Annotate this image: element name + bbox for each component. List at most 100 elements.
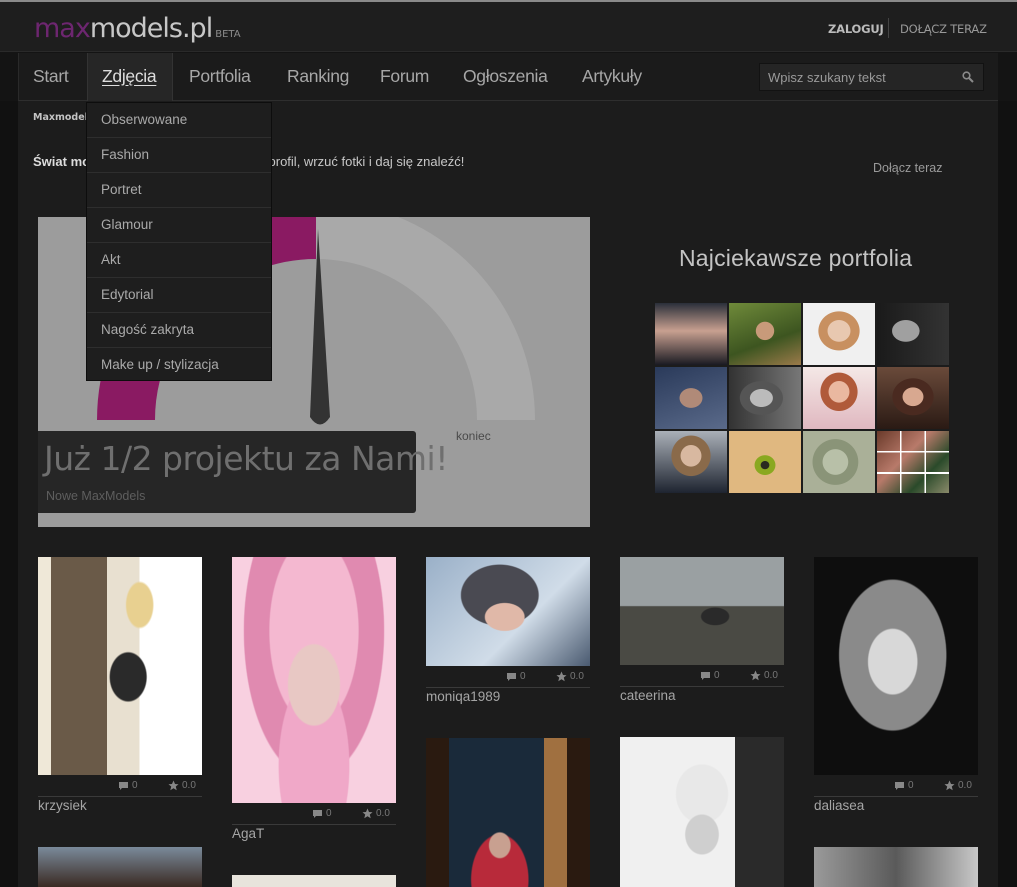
portfolio-thumb[interactable] bbox=[803, 303, 875, 365]
comment-value: 0 bbox=[908, 780, 914, 791]
nav-item-portfolia[interactable]: Portfolia bbox=[189, 53, 269, 101]
portfolio-thumb[interactable] bbox=[803, 367, 875, 429]
photo-meta: 0 0.0 bbox=[38, 777, 202, 797]
menu-item-make-up[interactable]: Make up / stylizacja bbox=[87, 348, 271, 383]
photo-thumbnail[interactable] bbox=[38, 847, 202, 887]
comment-icon bbox=[313, 809, 322, 818]
breadcrumb[interactable]: Maxmodels bbox=[33, 112, 94, 123]
nav-label: Artykuły bbox=[582, 66, 642, 86]
search-input[interactable] bbox=[760, 64, 954, 90]
portfolio-thumb[interactable] bbox=[655, 367, 727, 429]
nav-item-zdjecia[interactable]: Zdjęcia bbox=[87, 53, 173, 101]
menu-item-portret[interactable]: Portret bbox=[87, 173, 271, 208]
main-nav: Start Zdjęcia Portfolia Ranking Forum Og… bbox=[18, 53, 998, 101]
portfolios-heading: Najciekawsze portfolia bbox=[679, 245, 913, 271]
rating-value: 0.0 bbox=[764, 670, 778, 681]
rating-value: 0.0 bbox=[570, 671, 584, 682]
nav-label: Portfolia bbox=[189, 66, 251, 86]
rating-value: 0.0 bbox=[376, 808, 390, 819]
star-icon bbox=[168, 780, 179, 791]
photo-thumbnail[interactable] bbox=[38, 557, 202, 775]
nav-item-ranking[interactable]: Ranking bbox=[287, 53, 365, 101]
portfolio-thumb[interactable] bbox=[877, 367, 949, 429]
site-logo[interactable]: maxmodels.pl BETA bbox=[34, 14, 241, 50]
nav-item-forum[interactable]: Forum bbox=[380, 53, 442, 101]
star-icon bbox=[556, 671, 567, 682]
photo-author[interactable]: daliasea bbox=[814, 798, 864, 813]
comment-count: 0 bbox=[894, 780, 914, 791]
menu-item-fashion[interactable]: Fashion bbox=[87, 138, 271, 173]
search-box bbox=[759, 63, 984, 91]
nav-item-artykuly[interactable]: Artykuły bbox=[582, 53, 662, 101]
comment-icon bbox=[701, 671, 710, 680]
menu-item-akt[interactable]: Akt bbox=[87, 243, 271, 278]
nav-item-start[interactable]: Start bbox=[33, 53, 91, 101]
right-background bbox=[998, 101, 1017, 887]
comment-count: 0 bbox=[312, 808, 332, 819]
nav-label: Zdjęcia bbox=[102, 66, 157, 86]
rating: 0.0 bbox=[944, 780, 972, 791]
comment-icon bbox=[895, 781, 904, 790]
portfolio-thumb[interactable] bbox=[803, 431, 875, 493]
top-bar: maxmodels.pl BETA ZALOGUJ DOŁĄCZ TERAZ bbox=[0, 0, 1017, 52]
logo-beta: BETA bbox=[215, 29, 241, 40]
portfolio-thumb[interactable] bbox=[877, 303, 949, 365]
search-icon bbox=[962, 71, 974, 83]
photo-meta: 0 0.0 bbox=[620, 667, 784, 687]
photo-thumbnail[interactable] bbox=[620, 557, 784, 665]
logo-max: max bbox=[34, 13, 91, 44]
comment-value: 0 bbox=[326, 808, 332, 819]
photo-author[interactable]: cateerina bbox=[620, 688, 676, 703]
star-icon bbox=[944, 780, 955, 791]
portfolio-thumb[interactable] bbox=[655, 303, 727, 365]
menu-item-nagosc-zakryta[interactable]: Nagość zakryta bbox=[87, 313, 271, 348]
banner-caption: Już 1/2 projektu za Nami! Nowe MaxModels bbox=[38, 431, 448, 513]
portfolio-thumb[interactable] bbox=[655, 431, 727, 493]
banner-title: Już 1/2 projektu za Nami! bbox=[44, 439, 448, 478]
comment-icon bbox=[507, 672, 516, 681]
portfolio-thumb[interactable] bbox=[729, 303, 801, 365]
rating-value: 0.0 bbox=[182, 780, 196, 791]
star-icon bbox=[750, 670, 761, 681]
photo-thumbnail[interactable] bbox=[814, 557, 978, 775]
nav-label: Ogłoszenia bbox=[463, 66, 548, 86]
nav-label: Start bbox=[33, 66, 69, 86]
photo-thumbnail[interactable] bbox=[232, 557, 396, 803]
rating-value: 0.0 bbox=[958, 780, 972, 791]
join-now-secondary-link[interactable]: Dołącz teraz bbox=[873, 161, 942, 175]
logo-models: models.pl bbox=[89, 13, 213, 44]
gauge-end-label: koniec bbox=[456, 429, 491, 443]
comment-icon bbox=[119, 781, 128, 790]
rating: 0.0 bbox=[750, 670, 778, 681]
photos-dropdown-menu: Obserwowane Fashion Portret Glamour Akt … bbox=[86, 102, 272, 381]
photo-author[interactable]: moniqa1989 bbox=[426, 689, 500, 704]
portfolio-thumb[interactable] bbox=[877, 431, 949, 493]
menu-item-edytorial[interactable]: Edytorial bbox=[87, 278, 271, 313]
photo-thumbnail[interactable] bbox=[232, 875, 396, 887]
join-now-link[interactable]: DOŁĄCZ TERAZ bbox=[900, 22, 987, 36]
comment-count: 0 bbox=[506, 671, 526, 682]
nav-item-ogloszenia[interactable]: Ogłoszenia bbox=[463, 53, 563, 101]
intro-bold: Świat mo bbox=[33, 154, 91, 169]
photo-thumbnail[interactable] bbox=[426, 738, 590, 887]
menu-item-glamour[interactable]: Glamour bbox=[87, 208, 271, 243]
comment-value: 0 bbox=[714, 670, 720, 681]
photo-thumbnail[interactable] bbox=[426, 557, 590, 666]
banner-subtitle: Nowe MaxModels bbox=[46, 489, 146, 503]
photo-author[interactable]: AgaT bbox=[232, 826, 264, 841]
photo-meta: 0 0.0 bbox=[232, 805, 396, 825]
rating: 0.0 bbox=[362, 808, 390, 819]
photo-meta: 0 0.0 bbox=[426, 668, 590, 688]
star-icon bbox=[362, 808, 373, 819]
comment-count: 0 bbox=[700, 670, 720, 681]
portfolio-thumb[interactable] bbox=[729, 367, 801, 429]
login-link[interactable]: ZALOGUJ bbox=[828, 22, 884, 36]
photo-thumbnail[interactable] bbox=[814, 847, 978, 887]
search-button[interactable] bbox=[953, 64, 983, 90]
portfolio-thumb[interactable] bbox=[729, 431, 801, 493]
rating: 0.0 bbox=[556, 671, 584, 682]
photo-thumbnail[interactable] bbox=[620, 737, 784, 887]
menu-item-obserwowane[interactable]: Obserwowane bbox=[87, 103, 271, 138]
photo-author[interactable]: krzysiek bbox=[38, 798, 87, 813]
comment-value: 0 bbox=[520, 671, 526, 682]
